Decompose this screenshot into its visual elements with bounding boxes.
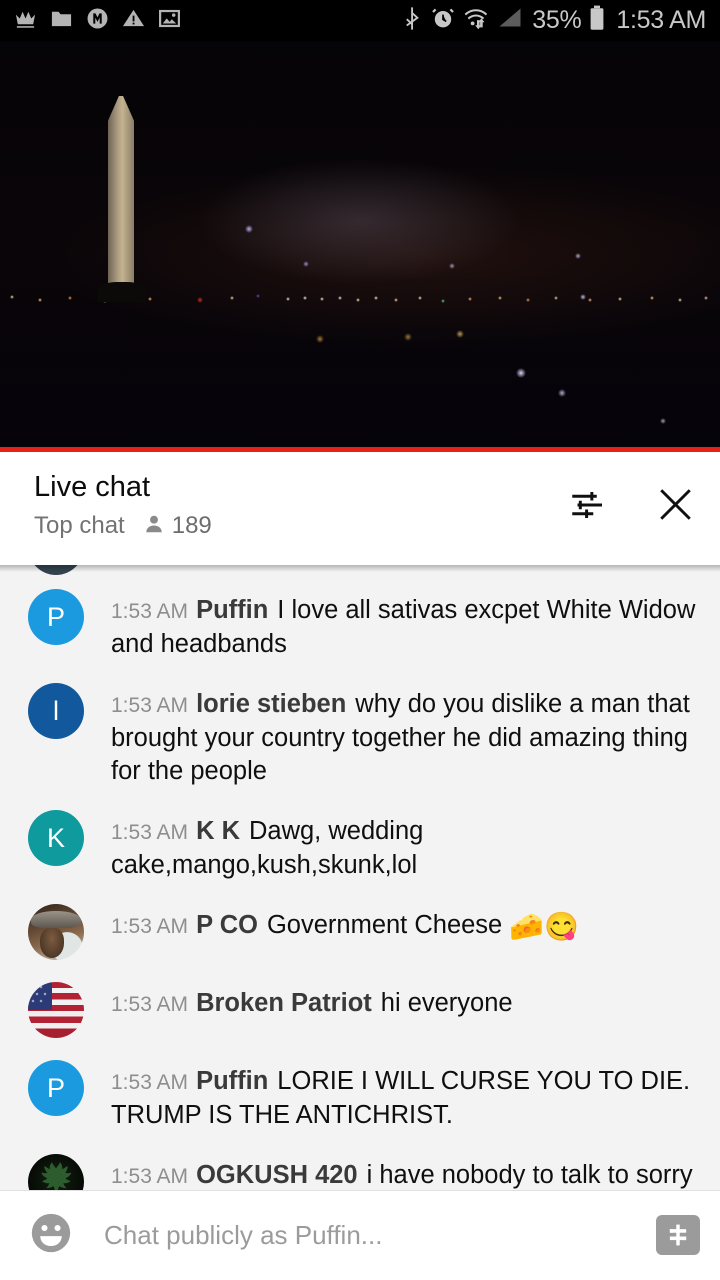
list-item[interactable]: K 1:53 AM K K Dawg, wedding cake,mango,kus… bbox=[0, 810, 720, 882]
circled-m-icon bbox=[86, 7, 109, 35]
live-chat-subheader: Top chat 189 bbox=[34, 512, 567, 540]
chat-message-body: 1:53 AM Puffin LORIE I WILL CURSE YOU TO D… bbox=[84, 1060, 700, 1132]
cellular-signal-icon bbox=[498, 6, 524, 35]
tune-icon[interactable] bbox=[567, 484, 609, 526]
chat-message-body: 1:53 AM OGKUSH 420 i have nobody to talk t… bbox=[84, 1154, 700, 1190]
list-top-shadow bbox=[0, 565, 720, 572]
composer-divider bbox=[0, 1190, 720, 1191]
message-timestamp: 1:53 AM bbox=[111, 600, 189, 623]
message-author[interactable]: Puffin bbox=[196, 596, 268, 624]
bluetooth-icon bbox=[402, 6, 423, 36]
chat-message-body: 1:53 AM Puffin I love all sativas excpet W… bbox=[84, 589, 700, 661]
avatar-initial: l bbox=[53, 695, 59, 726]
status-bar-right-icons: 35% 1:53 AM bbox=[402, 5, 706, 36]
avatar[interactable]: P bbox=[28, 589, 84, 645]
message-author[interactable]: lorie stieben bbox=[196, 690, 346, 718]
avatar[interactable] bbox=[28, 904, 84, 960]
avatar[interactable] bbox=[28, 982, 84, 1038]
live-chat-header: Live chat Top chat 189 bbox=[0, 452, 720, 565]
alarm-clock-icon bbox=[431, 6, 455, 35]
dollar-sign-icon[interactable] bbox=[656, 1215, 700, 1255]
message-text: i have nobody to talk to sorry bbox=[366, 1161, 693, 1189]
folder-icon bbox=[50, 7, 73, 35]
live-chat-message-list[interactable]: P 1:53 AM Puffin I love all sativas excpet… bbox=[0, 565, 720, 1190]
crown-icon bbox=[14, 7, 37, 35]
message-text: Government Cheese bbox=[266, 911, 510, 939]
message-timestamp: 1:53 AM bbox=[111, 821, 189, 844]
list-item[interactable]: 1:53 AM P CO Government Cheese 🧀😋 bbox=[0, 904, 720, 960]
chat-mode-label[interactable]: Top chat bbox=[34, 512, 125, 540]
message-emoji: 🧀😋 bbox=[509, 911, 580, 942]
message-author[interactable]: Broken Patriot bbox=[196, 989, 372, 1017]
chat-message-body: 1:53 AM P CO Government Cheese 🧀😋 bbox=[84, 904, 700, 960]
chat-composer bbox=[0, 1190, 720, 1280]
message-author[interactable]: OGKUSH 420 bbox=[196, 1161, 358, 1189]
chat-message-body: 1:53 AM lorie stieben why do you dislike a… bbox=[84, 683, 700, 788]
video-player[interactable] bbox=[0, 41, 720, 452]
search-input[interactable] bbox=[74, 1219, 656, 1251]
viewer-count-block: 189 bbox=[143, 512, 212, 540]
avatar[interactable]: P bbox=[28, 1060, 84, 1116]
wifi-transfer-icon bbox=[463, 6, 490, 35]
status-bar: 35% 1:53 AM bbox=[0, 0, 720, 41]
list-item[interactable]: l 1:53 AM lorie stieben why do you dislike… bbox=[0, 683, 720, 788]
page-title: Live chat bbox=[34, 471, 151, 503]
warning-triangle-icon bbox=[122, 7, 145, 35]
list-item[interactable]: P 1:53 AM Puffin LORIE I WILL CURSE YOU TO… bbox=[0, 1060, 720, 1132]
live-chat-header-actions bbox=[567, 470, 698, 527]
chat-message-body: 1:53 AM K K Dawg, wedding cake,mango,kush,… bbox=[84, 810, 700, 882]
message-author[interactable]: P CO bbox=[196, 911, 258, 939]
close-icon[interactable] bbox=[653, 482, 698, 527]
status-bar-clock: 1:53 AM bbox=[616, 6, 706, 34]
message-timestamp: 1:53 AM bbox=[111, 1165, 189, 1188]
message-timestamp: 1:53 AM bbox=[111, 694, 189, 717]
list-item[interactable]: P 1:53 AM Puffin I love all sativas excpet… bbox=[0, 589, 720, 661]
message-timestamp: 1:53 AM bbox=[111, 1071, 189, 1094]
live-chat-header-text: Live chat Top chat 189 bbox=[34, 470, 567, 540]
avatar-initial: K bbox=[46, 822, 65, 853]
message-text: hi everyone bbox=[380, 989, 513, 1017]
list-item[interactable]: 1:53 AM Broken Patriot hi everyone bbox=[0, 982, 720, 1038]
image-icon bbox=[158, 7, 181, 35]
viewer-count-label: 189 bbox=[171, 512, 212, 540]
message-timestamp: 1:53 AM bbox=[111, 915, 189, 938]
avatar[interactable] bbox=[28, 1154, 84, 1190]
avatar[interactable]: l bbox=[28, 683, 84, 739]
status-bar-left-icons bbox=[14, 7, 181, 35]
battery-icon bbox=[589, 5, 605, 36]
message-author[interactable]: Puffin bbox=[196, 1067, 268, 1095]
message-timestamp: 1:53 AM bbox=[111, 993, 189, 1016]
battery-percent-label: 35% bbox=[532, 6, 582, 34]
chat-message-body: 1:53 AM Broken Patriot hi everyone bbox=[84, 982, 700, 1038]
cannabis-leaf-icon bbox=[36, 1159, 76, 1190]
video-foreground-lights bbox=[0, 41, 720, 452]
list-item[interactable]: 1:53 AM OGKUSH 420 i have nobody to talk t… bbox=[0, 1154, 720, 1190]
avatar-initial: P bbox=[46, 601, 65, 632]
message-author[interactable]: K K bbox=[196, 817, 240, 845]
person-icon bbox=[143, 513, 165, 540]
avatar-initial: P bbox=[46, 1072, 65, 1103]
emoji-smiley-icon[interactable] bbox=[28, 1210, 74, 1261]
avatar[interactable]: K bbox=[28, 810, 84, 866]
